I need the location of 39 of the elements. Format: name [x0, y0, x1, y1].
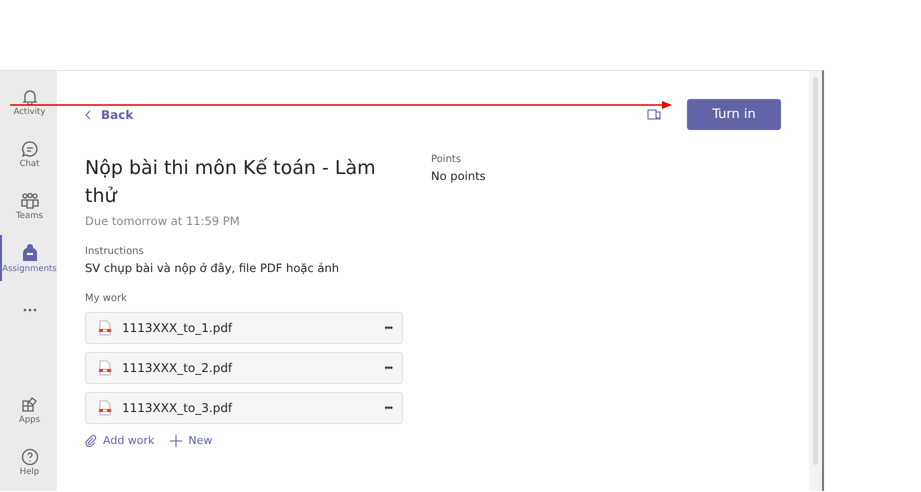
chat-icon	[20, 140, 38, 158]
file-name: 1113XXX_to_2.pdf	[122, 361, 234, 375]
my-work-label: My work	[85, 293, 128, 304]
pdf-file-icon	[98, 320, 112, 336]
file-item[interactable]: 1113XXX_to_3.pdf •••	[85, 392, 403, 424]
plus-icon	[170, 434, 182, 446]
reader-icon	[647, 108, 661, 120]
assignment-title: Nộp bài thi môn Kế toán - Làm thử	[85, 156, 377, 209]
action-link[interactable]: Add work	[85, 434, 154, 447]
help-icon	[20, 448, 38, 466]
rail-item[interactable]: Teams	[0, 183, 57, 229]
back-link[interactable]: Back	[85, 108, 134, 122]
backpack-icon	[20, 242, 38, 262]
more-options-button[interactable]: •••	[384, 402, 392, 414]
chevron-left-icon	[85, 110, 91, 120]
paperclip-icon	[85, 434, 97, 446]
bell-icon	[20, 88, 38, 106]
rail-item[interactable]: Help	[0, 439, 57, 485]
more-icon	[22, 308, 36, 312]
rail-item[interactable]: Chat	[0, 131, 57, 177]
rail-item[interactable]: Apps	[0, 387, 57, 433]
apps-icon	[20, 396, 38, 414]
file-name: 1113XXX_to_3.pdf	[122, 401, 234, 415]
rail-item[interactable]: Activity	[0, 79, 57, 125]
turn-in-button[interactable]: Turn in	[687, 99, 781, 130]
pdf-file-icon	[98, 360, 112, 376]
instructions-text: SV chụp bài và nộp ở đây, file PDF hoặc ảnh	[85, 261, 340, 275]
points-value: No points	[431, 169, 486, 183]
due-date: Due tomorrow at 11:59 PM	[85, 214, 241, 228]
people-icon	[20, 192, 40, 210]
file-name: 1113XXX_to_1.pdf	[122, 321, 234, 335]
more-options-button[interactable]: •••	[384, 322, 392, 334]
more-options-button[interactable]: •••	[384, 362, 392, 374]
instructions-label: Instructions	[85, 246, 145, 257]
points-label: Points	[431, 154, 462, 165]
pdf-file-icon	[98, 400, 112, 416]
action-link[interactable]: New	[170, 434, 212, 447]
file-item[interactable]: 1113XXX_to_2.pdf •••	[85, 352, 403, 384]
file-item[interactable]: 1113XXX_to_1.pdf •••	[85, 312, 403, 344]
